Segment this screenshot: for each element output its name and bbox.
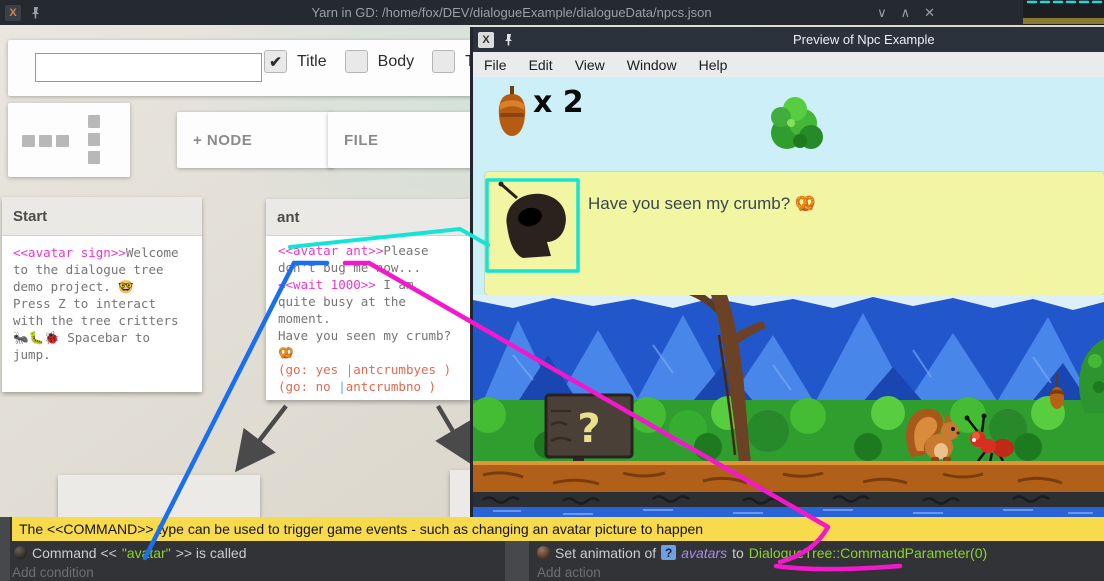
action-row[interactable]: Set animation of ? avatars to DialogueTr… bbox=[537, 541, 987, 564]
node-start[interactable]: Start <<avatar sign>>Welcome to the dial… bbox=[2, 197, 202, 392]
event-handle[interactable] bbox=[0, 517, 10, 581]
preview-titlebar: X Preview of Npc Example bbox=[473, 27, 1104, 52]
yarn-titlebar: X Yarn in GD: /home/fox/DEV/dialogueExam… bbox=[0, 0, 1023, 25]
node-ant-title: ant bbox=[277, 209, 300, 226]
go-option: (go: yes bbox=[278, 362, 346, 377]
screen: X Yarn in GD: /home/fox/DEV/dialogueExam… bbox=[0, 0, 1104, 581]
command-tag: <<wait 1000>> bbox=[278, 277, 376, 292]
yarn-ball-icon bbox=[14, 546, 27, 559]
preview-title: Preview of Npc Example bbox=[793, 32, 935, 47]
condition-param: "avatar" bbox=[122, 545, 171, 561]
tooltip-text: The <<COMMAND>> type can be used to trig… bbox=[19, 521, 703, 537]
game-viewport[interactable]: x 2 Have you seen my crumb? 🥨 bbox=[473, 77, 1104, 517]
go-option: (go: no bbox=[278, 379, 338, 394]
menu-file[interactable]: File bbox=[473, 57, 518, 73]
action-text: Set animation of bbox=[555, 545, 656, 561]
node-ant-body[interactable]: <<avatar ant>>Please don't bug me now...… bbox=[266, 236, 470, 401]
action-text: to bbox=[732, 545, 744, 561]
menu-window[interactable]: Window bbox=[616, 57, 688, 73]
condition-row[interactable]: Command << "avatar" >> is called bbox=[14, 541, 247, 564]
command-tag: <<avatar sign>> bbox=[13, 245, 126, 260]
item-count: x 2 bbox=[533, 85, 584, 120]
pin-icon[interactable] bbox=[29, 6, 42, 19]
add-action-label: Add action bbox=[537, 565, 601, 580]
minimize-button[interactable]: ∨ bbox=[877, 5, 887, 21]
condition-text: Command << bbox=[32, 545, 117, 561]
preview-menubar: File Edit View Window Help bbox=[473, 52, 1104, 77]
action-object: avatars bbox=[681, 545, 727, 561]
node-ant-header[interactable]: ant bbox=[266, 199, 470, 236]
add-condition[interactable]: Add condition bbox=[12, 564, 94, 581]
node-ant[interactable]: ant <<avatar ant>>Please don't bug me no… bbox=[266, 199, 470, 400]
ant-avatar bbox=[493, 178, 575, 266]
close-button[interactable]: ✕ bbox=[924, 5, 935, 21]
menu-help[interactable]: Help bbox=[688, 57, 739, 73]
dialogue-text: Have you seen my crumb? 🥨 bbox=[588, 194, 816, 214]
acorn-hud-icon bbox=[497, 86, 527, 138]
add-action[interactable]: Add action bbox=[537, 564, 601, 581]
dialogue-box: Have you seen my crumb? 🥨 bbox=[485, 172, 1104, 295]
preview-window: X Preview of Npc Example File Edit View … bbox=[470, 27, 1104, 517]
maximize-button[interactable]: ∧ bbox=[901, 5, 911, 21]
condition-text: >> is called bbox=[176, 545, 247, 561]
node-text: Welcome to the dialogue tree demo projec… bbox=[13, 245, 186, 362]
command-tag: <<avatar ant>> bbox=[278, 243, 383, 258]
go-target: antcrumbno ) bbox=[346, 379, 436, 394]
menu-edit[interactable]: Edit bbox=[518, 57, 564, 73]
add-condition-label: Add condition bbox=[12, 565, 94, 580]
actions-column-divider[interactable] bbox=[505, 541, 529, 581]
sign-question-mark: ? bbox=[577, 406, 600, 452]
background-window-stripe bbox=[1023, 18, 1104, 24]
game-scene: ? bbox=[473, 295, 1104, 517]
menu-view[interactable]: View bbox=[564, 57, 616, 73]
action-value: DialogueTree::CommandParameter(0) bbox=[749, 545, 987, 561]
tooltip-bar: The <<COMMAND>> type can be used to trig… bbox=[12, 517, 1104, 541]
preview-app-icon: X bbox=[478, 32, 494, 48]
animation-icon bbox=[537, 546, 550, 559]
go-pipe: | bbox=[338, 379, 346, 394]
pin-icon[interactable] bbox=[502, 33, 515, 46]
unknown-object-icon: ? bbox=[661, 545, 676, 560]
node-start-header[interactable]: Start bbox=[2, 197, 202, 236]
yarn-app-icon: X bbox=[5, 5, 21, 21]
node-start-title: Start bbox=[13, 208, 47, 225]
go-target: antcrumbyes ) bbox=[353, 362, 451, 377]
node-start-body[interactable]: <<avatar sign>>Welcome to the dialogue t… bbox=[2, 236, 202, 371]
bush-sprite bbox=[767, 93, 825, 155]
window-title: Yarn in GD: /home/fox/DEV/dialogueExampl… bbox=[0, 5, 1023, 20]
events-sheet: The <<COMMAND>> type can be used to trig… bbox=[0, 517, 1104, 581]
